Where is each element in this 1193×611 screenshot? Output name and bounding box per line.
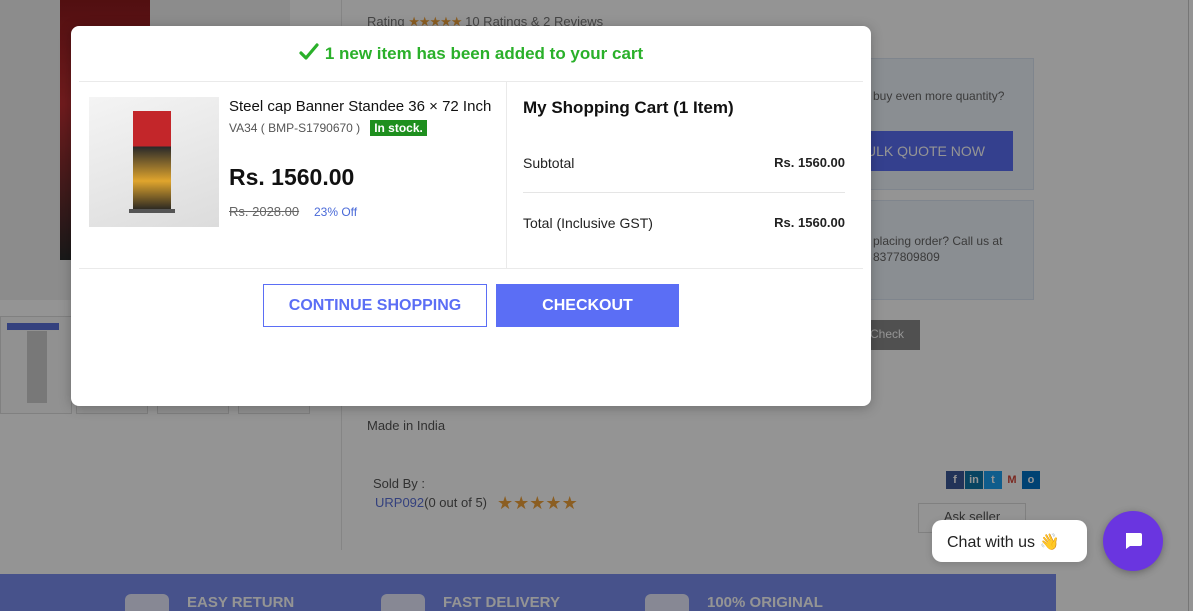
total-value: Rs. 1560.00 bbox=[774, 215, 845, 230]
product-old-price: Rs. 2028.00 bbox=[229, 204, 300, 219]
chat-prompt[interactable]: Chat with us 👋 bbox=[932, 520, 1087, 562]
checkout-button[interactable]: CHECKOUT bbox=[496, 284, 679, 327]
modal-header: 1 new item has been added to your cart bbox=[79, 26, 863, 82]
cart-product: Steel cap Banner Standee 36 × 72 Inch VA… bbox=[79, 82, 507, 269]
chat-launcher-button[interactable] bbox=[1103, 511, 1163, 571]
cart-title: My Shopping Cart (1 Item) bbox=[523, 98, 734, 117]
subtotal-row: Subtotal Rs. 1560.00 bbox=[523, 155, 845, 171]
total-label: Total (Inclusive GST) bbox=[523, 215, 653, 231]
chat-icon bbox=[1126, 533, 1142, 549]
summary-divider bbox=[523, 192, 845, 193]
total-row: Total (Inclusive GST) Rs. 1560.00 bbox=[523, 215, 845, 231]
product-name[interactable]: Steel cap Banner Standee 36 × 72 Inch bbox=[229, 98, 491, 115]
product-price: Rs. 1560.00 bbox=[229, 164, 355, 190]
added-to-cart-modal: 1 new item has been added to your cart S… bbox=[71, 26, 871, 406]
cart-summary: My Shopping Cart (1 Item) Subtotal Rs. 1… bbox=[523, 82, 845, 269]
product-thumbnail bbox=[89, 97, 219, 227]
subtotal-value: Rs. 1560.00 bbox=[774, 155, 845, 170]
subtotal-label: Subtotal bbox=[523, 155, 575, 171]
product-sku: VA34 ( BMP-S1790670 ) bbox=[229, 121, 361, 135]
added-message: 1 new item has been added to your cart bbox=[324, 44, 644, 63]
checkmark-icon bbox=[299, 43, 319, 60]
stock-badge: In stock. bbox=[370, 120, 427, 136]
product-sku-line: VA34 ( BMP-S1790670 ) In stock. bbox=[229, 120, 427, 136]
continue-shopping-button[interactable]: CONTINUE SHOPPING bbox=[263, 284, 487, 327]
product-discount: 23% Off bbox=[314, 205, 358, 219]
modal-body: Steel cap Banner Standee 36 × 72 Inch VA… bbox=[79, 82, 863, 269]
